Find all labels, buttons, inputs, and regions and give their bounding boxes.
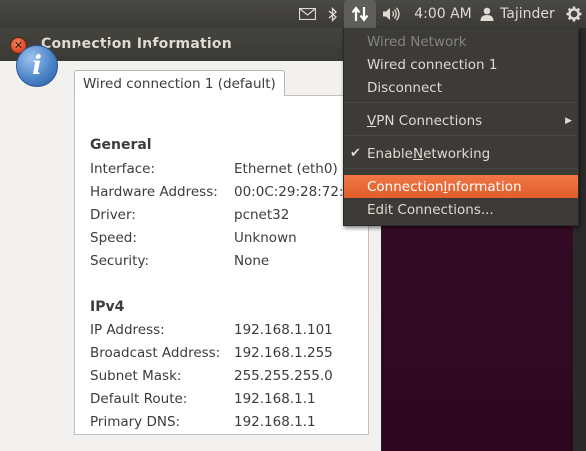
vpn-label-post: PN Connections (376, 112, 483, 129)
menu-item-connection-information[interactable]: Connection Information (344, 175, 578, 198)
bluetooth-icon[interactable] (324, 0, 342, 28)
interface-value: Ethernet (eth0) (234, 161, 338, 177)
ipv4-section-title: IPv4 (90, 299, 125, 315)
hardware-address-value: 00:0C:29:28:72:D (234, 184, 354, 200)
interface-label: Interface: (90, 161, 155, 177)
menu-separator (345, 168, 577, 169)
checkmark-icon: ✔ (350, 146, 361, 161)
default-route-label: Default Route: (90, 391, 188, 407)
primary-dns-value: 192.168.1.1 (234, 414, 316, 430)
driver-label: Driver: (90, 207, 136, 223)
enable-label-pre: Enable (367, 145, 413, 162)
gear-icon[interactable] (563, 0, 585, 28)
user-name: Tajinder (500, 6, 555, 22)
hardware-address-label: Hardware Address: (90, 184, 218, 200)
primary-dns-label: Primary DNS: (90, 414, 181, 430)
menu-item-disconnect[interactable]: Disconnect (344, 76, 578, 99)
close-icon: ✕ (13, 39, 24, 52)
driver-value: pcnet32 (234, 207, 290, 223)
menu-item-enable-networking[interactable]: ✔ Enable Networking (344, 142, 578, 165)
clock[interactable]: 4:00 AM (410, 0, 476, 28)
network-menu: Wired Network Wired connection 1 Disconn… (343, 28, 579, 226)
menu-separator (345, 135, 577, 136)
user-menu[interactable]: Tajinder (480, 0, 560, 28)
menu-item-vpn-connections[interactable]: V PN Connections ▶ (344, 109, 578, 132)
subnet-mask-label: Subnet Mask: (90, 368, 182, 384)
user-icon (480, 7, 494, 21)
submenu-arrow-icon: ▶ (565, 115, 572, 126)
broadcast-address-value: 192.168.1.255 (234, 345, 333, 361)
mail-icon[interactable] (295, 0, 319, 28)
menu-item-wired-network: Wired Network (367, 33, 467, 50)
menu-item-edit-connections[interactable]: Edit Connections... (344, 198, 578, 221)
info-icon: i (16, 45, 58, 87)
tab-label: Wired connection 1 (default) (83, 75, 276, 92)
volume-icon[interactable] (380, 0, 404, 28)
network-icon[interactable] (344, 0, 376, 28)
default-route-value: 192.168.1.1 (234, 391, 316, 407)
subnet-mask-value: 255.255.255.0 (234, 368, 333, 384)
enable-label-post: etworking (423, 145, 491, 162)
menu-separator (345, 102, 577, 103)
broadcast-address-label: Broadcast Address: (90, 345, 221, 361)
conninfo-label-pre: Connection (367, 178, 444, 195)
speed-value: Unknown (234, 230, 297, 246)
top-panel: 4:00 AM Tajinder (0, 0, 586, 28)
security-label: Security: (90, 253, 150, 269)
ip-address-value: 192.168.1.101 (234, 322, 333, 338)
general-section-title: General (90, 137, 152, 153)
tab-wired-connection-1[interactable]: Wired connection 1 (default) (74, 70, 285, 96)
ip-address-label: IP Address: (90, 322, 165, 338)
conninfo-label-post: nformation (447, 178, 522, 195)
menu-item-wired-connection-1[interactable]: Wired connection 1 (344, 53, 578, 76)
vpn-mnemonic: V (367, 112, 377, 129)
page-heading: Active Network Connections (74, 43, 361, 64)
speed-label: Speed: (90, 230, 137, 246)
enable-mnemonic: N (412, 145, 424, 162)
security-value: None (234, 253, 270, 269)
